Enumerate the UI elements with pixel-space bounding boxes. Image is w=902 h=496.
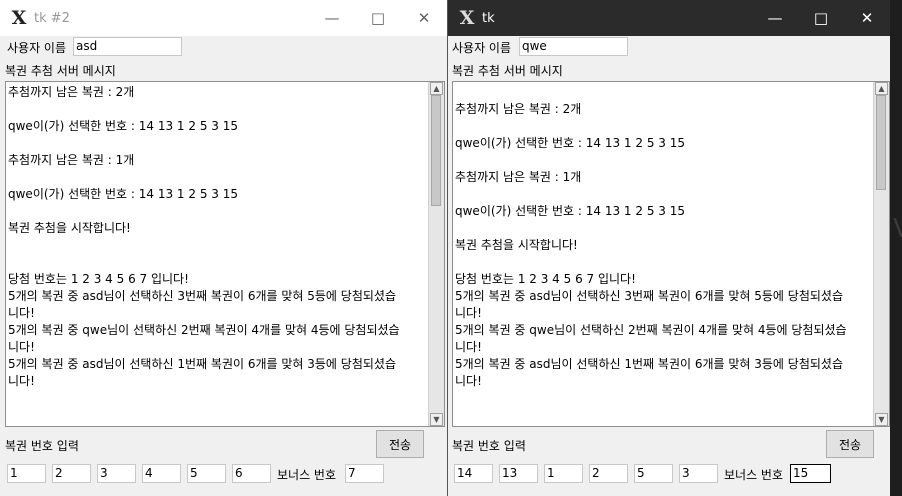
message-line: [455, 152, 871, 169]
lottery-input-label: 복권 번호 입력: [452, 439, 526, 453]
window-tk: X tk — □ ✕ 사용자 이름 qwe 복권 추첨 서버 메시지 추첨까지 …: [447, 0, 890, 496]
number-input-5[interactable]: 5: [634, 464, 673, 483]
window-body: 사용자 이름 asd 복권 추첨 서버 메시지 추첨까지 남은 복권 : 2개 …: [0, 36, 447, 496]
send-button[interactable]: 전송: [376, 430, 424, 458]
scroll-up-arrow-icon[interactable]: ▲: [430, 82, 443, 95]
number-input-2[interactable]: 13: [499, 464, 538, 483]
message-line: [455, 254, 871, 271]
number-input-2[interactable]: 2: [52, 464, 91, 483]
desktop: { "windows": [ { "title": "tk #2", "user…: [0, 0, 902, 496]
messages-label: 복권 추첨 서버 메시지: [5, 64, 116, 78]
number-input-6[interactable]: 3: [679, 464, 718, 483]
close-icon[interactable]: ✕: [844, 0, 890, 36]
messages-textbox[interactable]: 추첨까지 남은 복권 : 2개 qwe이(가) 선택한 번호 : 14 13 1…: [452, 81, 890, 427]
message-line: [8, 203, 426, 220]
message-line: 니다!: [8, 306, 35, 320]
message-line: 니다!: [8, 340, 35, 354]
messages-lines: 추첨까지 남은 복권 : 2개 qwe이(가) 선택한 번호 : 14 13 1…: [455, 84, 871, 390]
number-input-1[interactable]: 14: [454, 464, 493, 483]
message-line: 니다!: [455, 306, 482, 320]
send-button[interactable]: 전송: [826, 430, 874, 458]
messages-textbox[interactable]: 추첨까지 남은 복권 : 2개 qwe이(가) 선택한 번호 : 14 13 1…: [5, 81, 445, 427]
scroll-down-arrow-icon[interactable]: ▼: [430, 413, 443, 426]
message-line: [8, 254, 426, 271]
number-input-1[interactable]: 1: [7, 464, 46, 483]
message-line: [8, 169, 426, 186]
message-line: 니다!: [455, 374, 482, 388]
vertical-scrollbar[interactable]: ▲ ▼: [428, 82, 444, 426]
lottery-input-label: 복권 번호 입력: [5, 439, 79, 453]
tk-feather-icon: X: [459, 7, 475, 29]
scrollbar-thumb[interactable]: [876, 95, 886, 190]
message-line: 5개의 복권 중 qwe님이 선택하신 2번째 복권이 4개를 맞혀 4등에 당…: [8, 323, 400, 337]
tk-feather-icon: X: [11, 7, 27, 29]
scroll-up-arrow-icon[interactable]: ▲: [875, 82, 888, 95]
bonus-number-label: 보너스 번호: [724, 468, 784, 482]
message-line: 5개의 복권 중 qwe님이 선택하신 2번째 복권이 4개를 맞혀 4등에 당…: [455, 323, 847, 337]
message-line: [455, 84, 871, 101]
message-line: 복권 추첨을 시작합니다!: [8, 221, 131, 235]
scroll-down-arrow-icon[interactable]: ▼: [875, 413, 888, 426]
number-input-5[interactable]: 5: [187, 464, 226, 483]
number-input-6[interactable]: 6: [232, 464, 271, 483]
bonus-number-label: 보너스 번호: [277, 468, 337, 482]
bonus-number-input[interactable]: 7: [345, 464, 384, 483]
username-label: 사용자 이름: [452, 41, 512, 55]
number-input-4[interactable]: 4: [142, 464, 181, 483]
message-line: 추첨까지 남은 복권 : 2개: [455, 102, 582, 116]
maximize-icon[interactable]: □: [798, 0, 844, 36]
window-body: 사용자 이름 qwe 복권 추첨 서버 메시지 추첨까지 남은 복권 : 2개 …: [448, 36, 890, 496]
message-line: 복권 추첨을 시작합니다!: [455, 238, 578, 252]
message-line: [455, 220, 871, 237]
message-line: 5개의 복권 중 asd님이 선택하신 1번째 복권이 6개를 맞혀 3등에 당…: [8, 357, 396, 371]
scrollbar-thumb[interactable]: [431, 95, 441, 206]
message-line: 니다!: [455, 340, 482, 354]
message-line: 추첨까지 남은 복권 : 1개: [8, 153, 135, 167]
message-line: qwe이(가) 선택한 번호 : 14 13 1 2 5 3 15: [455, 136, 685, 150]
message-line: qwe이(가) 선택한 번호 : 14 13 1 2 5 3 15: [8, 119, 238, 133]
number-input-4[interactable]: 2: [589, 464, 628, 483]
window-title: tk #2: [34, 10, 70, 26]
username-input[interactable]: qwe: [519, 37, 628, 56]
window-titlebar[interactable]: X tk #2 — □ ✕: [0, 0, 447, 36]
minimize-icon[interactable]: —: [309, 0, 355, 36]
message-line: 추첨까지 남은 복권 : 1개: [455, 170, 582, 184]
message-line: [455, 186, 871, 203]
message-line: [8, 135, 426, 152]
window-titlebar[interactable]: X tk — □ ✕: [448, 0, 890, 36]
message-line: 당첨 번호는 1 2 3 4 5 6 7 입니다!: [455, 272, 636, 286]
window-title: tk: [482, 10, 495, 26]
message-line: [8, 101, 426, 118]
maximize-icon[interactable]: □: [355, 0, 401, 36]
message-line: 5개의 복권 중 asd님이 선택하신 1번째 복권이 6개를 맞혀 3등에 당…: [455, 357, 843, 371]
message-line: qwe이(가) 선택한 번호 : 14 13 1 2 5 3 15: [455, 204, 685, 218]
username-input[interactable]: asd: [73, 37, 182, 56]
message-line: [8, 237, 426, 254]
close-icon[interactable]: ✕: [401, 0, 447, 36]
messages-lines: 추첨까지 남은 복권 : 2개 qwe이(가) 선택한 번호 : 14 13 1…: [8, 84, 426, 390]
message-line: qwe이(가) 선택한 번호 : 14 13 1 2 5 3 15: [8, 187, 238, 201]
message-line: [455, 118, 871, 135]
message-line: 추첨까지 남은 복권 : 2개: [8, 85, 135, 99]
messages-label: 복권 추첨 서버 메시지: [452, 64, 563, 78]
number-input-3[interactable]: 3: [97, 464, 136, 483]
message-line: 5개의 복권 중 asd님이 선택하신 3번째 복권이 6개를 맞혀 5등에 당…: [455, 289, 843, 303]
message-line: 니다!: [8, 374, 35, 388]
username-label: 사용자 이름: [7, 41, 67, 55]
window-tk-2: X tk #2 — □ ✕ 사용자 이름 asd 복권 추첨 서버 메시지 추첨…: [0, 0, 447, 496]
bonus-number-input[interactable]: 15: [790, 464, 831, 483]
minimize-icon[interactable]: —: [752, 0, 798, 36]
message-line: 5개의 복권 중 asd님이 선택하신 3번째 복권이 6개를 맞혀 5등에 당…: [8, 289, 396, 303]
background-glyph: V: [893, 214, 902, 244]
vertical-scrollbar[interactable]: ▲ ▼: [873, 82, 889, 426]
message-line: 당첨 번호는 1 2 3 4 5 6 7 입니다!: [8, 272, 189, 286]
number-input-3[interactable]: 1: [544, 464, 583, 483]
